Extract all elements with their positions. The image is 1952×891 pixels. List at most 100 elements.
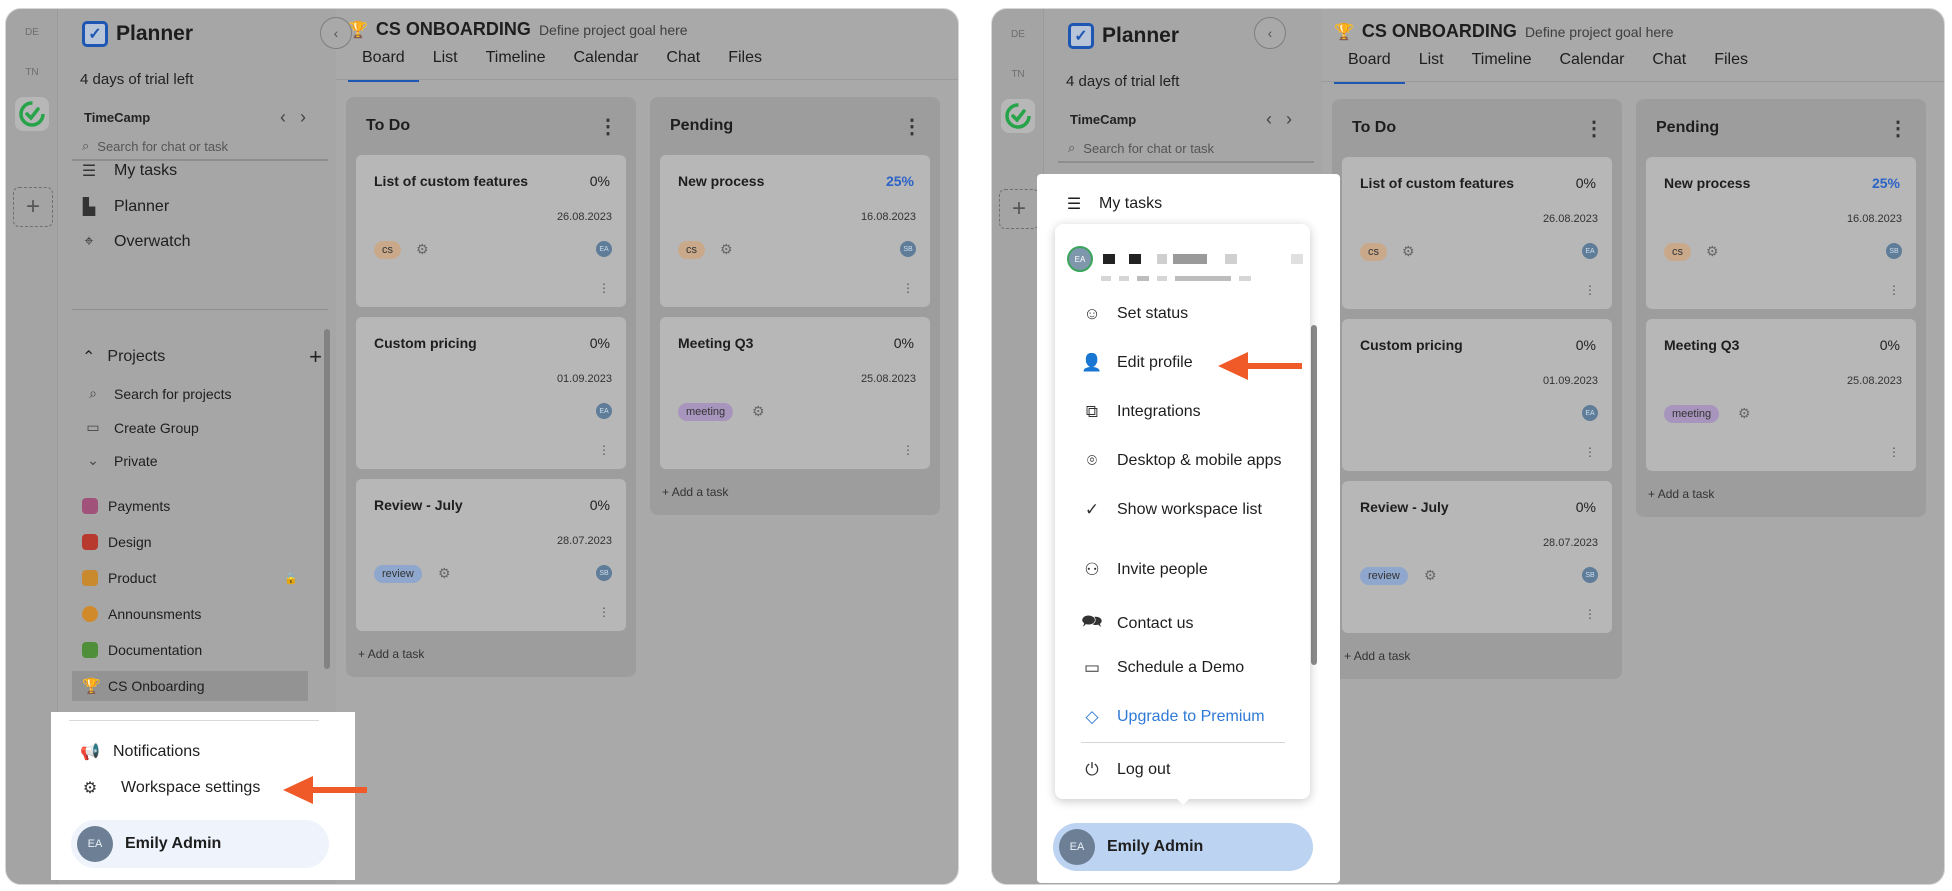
tab-board[interactable]: Board <box>1334 47 1405 84</box>
kebab-icon[interactable]: ⋮ <box>902 281 914 295</box>
task-card[interactable]: Custom pricing 0% 01.09.2023 EA ⋮ <box>1342 319 1612 471</box>
tag-badge[interactable]: review <box>374 565 422 583</box>
rail-workspace-de[interactable]: DE <box>1001 17 1035 51</box>
task-card[interactable]: List of custom features 0% 26.08.2023 cs… <box>356 155 626 307</box>
task-card[interactable]: Meeting Q3 0% 25.08.2023 meeting ⚙ ⋮ <box>1646 319 1916 471</box>
kebab-icon[interactable]: ⋮ <box>1888 445 1900 459</box>
user-profile-button[interactable]: EA Emily Admin <box>1053 823 1313 871</box>
collapse-sidebar-button[interactable]: ‹ <box>1254 17 1286 49</box>
tag-badge[interactable]: cs <box>1360 243 1387 261</box>
workspace-settings-item[interactable]: ⚙ Workspace settings <box>79 778 261 798</box>
tab-calendar[interactable]: Calendar <box>559 45 652 82</box>
show-workspace-list-item[interactable]: ✓ Show workspace list <box>1081 500 1262 520</box>
gear-icon[interactable]: ⚙ <box>1402 243 1415 260</box>
search-input[interactable]: ⌕ Search for chat or task <box>1058 135 1314 163</box>
user-profile-button[interactable]: EA Emily Admin <box>71 820 329 868</box>
gear-icon[interactable]: ⚙ <box>752 403 765 420</box>
rail-workspace-de[interactable]: DE <box>15 15 49 49</box>
workspace-nav-arrows[interactable]: ‹› <box>280 107 320 128</box>
add-project-button[interactable]: + <box>309 344 322 370</box>
tag-badge[interactable]: review <box>1360 567 1408 585</box>
search-projects[interactable]: ⌕ Search for projects <box>84 385 231 402</box>
nav-planner[interactable]: ▙ Planner <box>78 197 328 217</box>
private-group-toggle[interactable]: ⌄ Private <box>84 452 157 469</box>
desktop-mobile-apps-item[interactable]: ⌾ Desktop & mobile apps <box>1081 451 1282 471</box>
tag-badge[interactable]: meeting <box>678 403 734 421</box>
project-design[interactable]: Design <box>72 527 308 557</box>
nav-overwatch[interactable]: ⌖ Overwatch <box>78 233 328 251</box>
tab-list[interactable]: List <box>419 45 472 82</box>
edit-profile-item[interactable]: 👤 Edit profile <box>1081 353 1192 373</box>
create-group-button[interactable]: ▭ Create Group <box>84 419 198 436</box>
collapse-sidebar-button[interactable]: ‹ <box>320 17 352 49</box>
task-card[interactable]: Custom pricing 0% 01.09.2023 EA ⋮ <box>356 317 626 469</box>
kebab-icon[interactable]: ⋮ <box>598 114 618 139</box>
tab-files[interactable]: Files <box>714 45 776 82</box>
tag-badge[interactable]: cs <box>1664 243 1691 261</box>
contact-us-item[interactable]: 🗪 Contact us <box>1081 609 1193 638</box>
kebab-icon[interactable]: ⋮ <box>598 281 610 295</box>
project-cs-onboarding[interactable]: 🏆 CS Onboarding <box>72 671 308 701</box>
project-payments[interactable]: Payments <box>72 491 308 521</box>
kebab-icon[interactable]: ⋮ <box>598 605 610 619</box>
gear-icon[interactable]: ⚙ <box>438 565 451 582</box>
nav-my-tasks[interactable]: ☰ My tasks <box>78 161 328 181</box>
nav-my-tasks[interactable]: ☰ My tasks <box>1063 194 1162 214</box>
project-documentation[interactable]: Documentation <box>72 635 308 665</box>
tab-timeline[interactable]: Timeline <box>1458 47 1546 84</box>
tab-timeline[interactable]: Timeline <box>472 45 560 82</box>
gear-icon[interactable]: ⚙ <box>720 241 733 258</box>
sidebar-scrollbar[interactable] <box>1311 325 1317 665</box>
sidebar-scrollbar[interactable] <box>324 329 330 669</box>
kebab-icon[interactable]: ⋮ <box>1888 283 1900 297</box>
kebab-icon[interactable]: ⋮ <box>598 443 610 457</box>
task-card[interactable]: Review - July 0% 28.07.2023 review ⚙ SB … <box>1342 481 1612 633</box>
task-card[interactable]: Meeting Q3 0% 25.08.2023 meeting ⚙ ⋮ <box>660 317 930 469</box>
set-status-item[interactable]: ☺ Set status <box>1081 304 1188 324</box>
gear-icon[interactable]: ⚙ <box>1706 243 1719 260</box>
kebab-icon[interactable]: ⋮ <box>1584 607 1596 621</box>
add-workspace-button[interactable]: + <box>13 187 53 227</box>
task-card[interactable]: New process 25% 16.08.2023 cs ⚙ SB ⋮ <box>1646 157 1916 309</box>
project-goal[interactable]: Define project goal here <box>539 22 688 38</box>
kebab-icon[interactable]: ⋮ <box>1584 116 1604 141</box>
rail-workspace-tn[interactable]: TN <box>1001 57 1035 91</box>
tab-chat[interactable]: Chat <box>652 45 714 82</box>
task-card[interactable]: List of custom features 0% 26.08.2023 cs… <box>1342 157 1612 309</box>
add-task-button[interactable]: + Add a task <box>650 479 940 515</box>
rail-workspace-timecamp[interactable] <box>1001 99 1035 133</box>
upgrade-premium-item[interactable]: ◇ Upgrade to Premium <box>1081 707 1264 727</box>
tag-badge[interactable]: meeting <box>1664 405 1720 423</box>
kebab-icon[interactable]: ⋮ <box>1888 116 1908 141</box>
rail-workspace-tn[interactable]: TN <box>15 55 49 89</box>
invite-people-item[interactable]: ⚇ Invite people <box>1081 560 1207 580</box>
integrations-item[interactable]: ⧉ Integrations <box>1081 402 1201 422</box>
schedule-demo-item[interactable]: ▭ Schedule a Demo <box>1081 658 1244 678</box>
task-card[interactable]: Review - July 0% 28.07.2023 review ⚙ SB … <box>356 479 626 631</box>
tab-board[interactable]: Board <box>348 45 419 82</box>
log-out-item[interactable]: ⏻ Log out <box>1081 760 1170 780</box>
project-announsments[interactable]: Announsments <box>72 599 308 629</box>
tab-list[interactable]: List <box>1405 47 1458 84</box>
workspace-nav-arrows[interactable]: ‹› <box>1266 109 1306 130</box>
kebab-icon[interactable]: ⋮ <box>902 443 914 457</box>
rail-workspace-timecamp[interactable] <box>15 97 49 131</box>
tab-calendar[interactable]: Calendar <box>1545 47 1638 84</box>
project-product[interactable]: Product 🔒 <box>72 563 308 593</box>
gear-icon[interactable]: ⚙ <box>416 241 429 258</box>
kebab-icon[interactable]: ⋮ <box>1584 445 1596 459</box>
project-goal[interactable]: Define project goal here <box>1525 24 1674 40</box>
chevron-up-icon[interactable]: ⌃ <box>82 347 95 367</box>
add-workspace-button[interactable]: + <box>999 189 1039 229</box>
tab-files[interactable]: Files <box>1700 47 1762 84</box>
notifications-item[interactable]: 📢 Notifications <box>79 742 200 762</box>
kebab-icon[interactable]: ⋮ <box>1584 283 1596 297</box>
tab-chat[interactable]: Chat <box>1638 47 1700 84</box>
tag-badge[interactable]: cs <box>374 241 401 259</box>
kebab-icon[interactable]: ⋮ <box>902 114 922 139</box>
gear-icon[interactable]: ⚙ <box>1424 567 1437 584</box>
add-task-button[interactable]: + Add a task <box>346 641 636 677</box>
add-task-button[interactable]: + Add a task <box>1636 481 1926 517</box>
search-input[interactable]: ⌕ Search for chat or task <box>72 133 328 161</box>
gear-icon[interactable]: ⚙ <box>1738 405 1751 422</box>
